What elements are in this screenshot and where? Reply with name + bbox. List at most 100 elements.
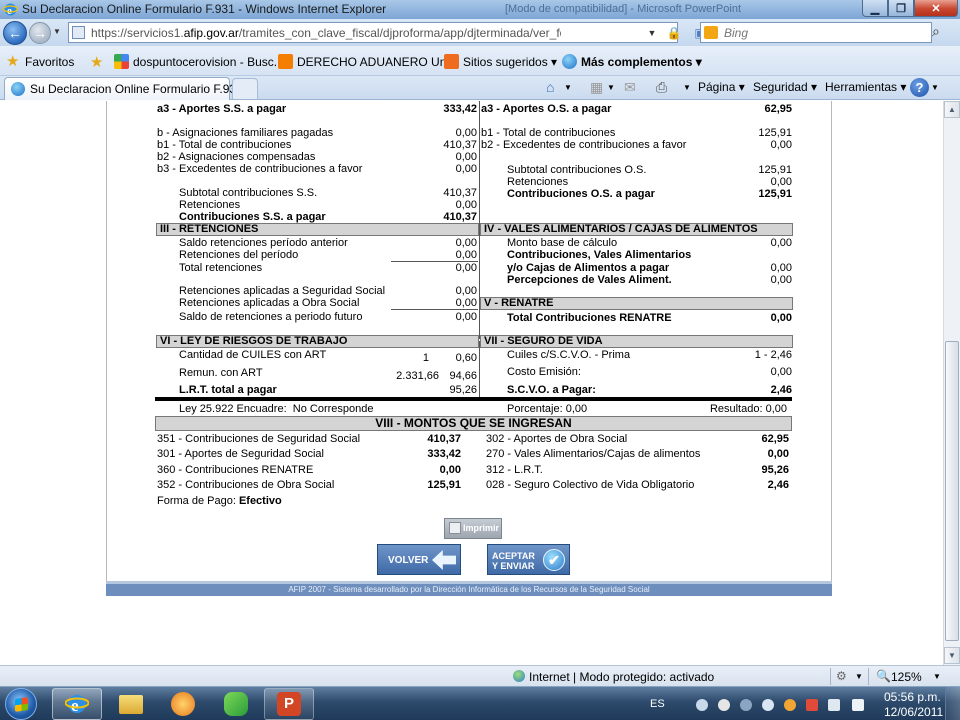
retenciones-ss-value: 0,00: [455, 199, 477, 211]
network-icon[interactable]: [828, 699, 840, 711]
powerpoint-icon: P: [277, 692, 301, 716]
tray-app-icon[interactable]: [696, 699, 708, 711]
address-input[interactable]: https://servicios1.afip.gov.ar/tramites_…: [68, 22, 754, 43]
add-favorite-icon[interactable]: ★: [90, 53, 103, 71]
mail-icon[interactable]: ✉: [624, 79, 636, 96]
back-button[interactable]: ←: [3, 21, 27, 45]
section-separator-bar: [155, 397, 792, 401]
status-divider: [830, 668, 831, 685]
favorites-star-icon: ★: [6, 53, 20, 70]
sum-rule: [391, 309, 478, 310]
checkmark-icon: ✔: [543, 549, 565, 571]
forward-button[interactable]: →: [29, 22, 51, 44]
language-indicator[interactable]: ES: [650, 698, 665, 710]
feeds-dropdown-icon[interactable]: ▼: [607, 83, 615, 92]
recent-pages-dropdown-icon[interactable]: ▼: [53, 27, 61, 36]
remun-value: 94,66: [449, 370, 477, 382]
search-input[interactable]: Bing: [700, 22, 932, 43]
tab-active[interactable]: Su Declaracion Online Formulario F.931: [4, 77, 243, 100]
scroll-thumb[interactable]: [945, 341, 959, 641]
tray-alert-icon[interactable]: [806, 699, 818, 711]
address-dropdown-icon[interactable]: ▼: [644, 26, 660, 40]
scroll-up-icon[interactable]: ▲: [944, 101, 960, 118]
taskbar-ie-button[interactable]: e: [52, 688, 102, 720]
tools-menu[interactable]: Herramientas ▾: [825, 80, 906, 94]
ret-row-value: 0,00: [455, 297, 477, 309]
security-status-icon[interactable]: ⚙: [836, 669, 847, 683]
left-arrow-icon: [432, 550, 456, 570]
column-divider: [479, 341, 480, 401]
forward-arrow-icon: →: [33, 25, 47, 41]
scroll-down-icon[interactable]: ▼: [944, 647, 960, 664]
vales-row-label: Contribuciones, Vales Alimentarios: [507, 249, 692, 261]
section-renatre-header: V - RENATRE: [480, 297, 793, 310]
search-icon[interactable]: ⌕: [932, 23, 940, 40]
ret-row-value: 0,00: [455, 262, 477, 274]
taskbar: e P ES 05:56 p.m. 12/06/2011: [0, 686, 960, 720]
security-status-dropdown-icon[interactable]: ▼: [855, 672, 863, 681]
tray-app-icon[interactable]: [762, 699, 774, 711]
page-menu[interactable]: Página ▾: [698, 80, 745, 94]
zoom-level[interactable]: 125%: [891, 670, 922, 684]
new-tab-button[interactable]: [232, 78, 258, 99]
feeds-icon[interactable]: ▦: [590, 79, 603, 96]
security-menu[interactable]: Seguridad ▾: [753, 80, 817, 94]
favorite-link-google[interactable]: dospuntocerovision - Busc...: [114, 54, 284, 69]
help-dropdown-icon[interactable]: ▼: [931, 83, 939, 92]
tray-app-icon[interactable]: [718, 699, 730, 711]
status-divider: [868, 668, 869, 685]
cuiles-label: Cantidad de CUILES con ART: [179, 349, 327, 361]
folder-icon: [119, 694, 143, 714]
accept-send-button[interactable]: ACEPTAR Y ENVIAR ✔: [487, 544, 570, 575]
cuiles-value: 0,60: [455, 352, 477, 364]
favorites-button[interactable]: ★ Favoritos: [6, 54, 74, 69]
taskbar-explorer-button[interactable]: [106, 688, 156, 720]
zoom-dropdown-icon[interactable]: ▼: [933, 672, 941, 681]
title-bar[interactable]: e Su Declaracion Online Formulario F.931…: [0, 0, 960, 19]
url-text[interactable]: https://servicios1.afip.gov.ar/tramites_…: [91, 26, 561, 40]
vertical-scrollbar[interactable]: ▲ ▼: [943, 101, 960, 665]
volume-icon[interactable]: [852, 699, 864, 711]
start-button[interactable]: [5, 688, 37, 720]
taskbar-messenger-button[interactable]: [211, 688, 261, 720]
tray-app-icon[interactable]: [784, 699, 796, 711]
taskbar-powerpoint-button[interactable]: P: [264, 688, 314, 720]
help-icon[interactable]: ?: [910, 78, 929, 97]
home-dropdown-icon[interactable]: ▼: [564, 83, 572, 92]
subtotal-ss-value: 410,37: [443, 187, 477, 199]
print-icon[interactable]: ⎙: [656, 79, 667, 96]
internet-explorer-icon: e: [65, 695, 89, 715]
messenger-icon: [224, 692, 248, 716]
clock-time[interactable]: 05:56 p.m.: [884, 690, 941, 704]
minimize-button[interactable]: ▁: [862, 0, 888, 17]
porcentaje-text: Porcentaje: 0,00: [507, 403, 588, 415]
suggested-sites-button[interactable]: Sitios sugeridos ▾: [444, 54, 557, 69]
zoom-icon[interactable]: 🔍: [876, 669, 891, 683]
section-montos-header: VIII - MONTOS QUE SE INGRESAN: [155, 416, 792, 431]
close-button[interactable]: ✕: [914, 0, 958, 17]
contrib-os-pagar-label: Contribuciones O.S. a pagar: [507, 188, 655, 200]
ret-row-value: 0,00: [455, 249, 477, 261]
show-desktop-button[interactable]: [945, 687, 960, 720]
lrt-total-label: L.R.T. total a pagar: [179, 384, 277, 396]
tray-app-icon[interactable]: [740, 699, 752, 711]
monto-row-value: 333,42: [427, 448, 461, 460]
security-zone-text[interactable]: Internet | Modo protegido: activado: [529, 670, 714, 684]
more-addons-button[interactable]: Más complementos ▾: [562, 54, 702, 69]
back-form-button[interactable]: VOLVER: [377, 544, 461, 575]
print-button[interactable]: Imprimir: [444, 518, 502, 539]
taskbar-media-player-button[interactable]: [158, 688, 208, 720]
home-icon[interactable]: ⌂: [546, 79, 554, 95]
search-placeholder: Bing: [724, 26, 749, 40]
vales-row-label: Percepciones de Vales Aliment.: [507, 274, 672, 286]
favorite-link-blogger[interactable]: DERECHO ADUANERO Un...: [278, 54, 456, 69]
b-value: 0,00: [455, 127, 477, 139]
ret-row-label: Saldo retenciones período anterior: [179, 237, 348, 249]
b2-os-label: b2 - Excedentes de contribuciones a favo…: [481, 139, 687, 151]
print-dropdown-icon[interactable]: ▼: [683, 83, 691, 92]
lock-icon[interactable]: 🔒: [666, 26, 682, 40]
monto-row-label: 351 - Contribuciones de Seguridad Social: [157, 433, 361, 445]
ret-row-label: Retenciones del período: [179, 249, 299, 261]
maximize-button[interactable]: ❐: [888, 0, 914, 17]
clock-date[interactable]: 12/06/2011: [884, 705, 943, 719]
